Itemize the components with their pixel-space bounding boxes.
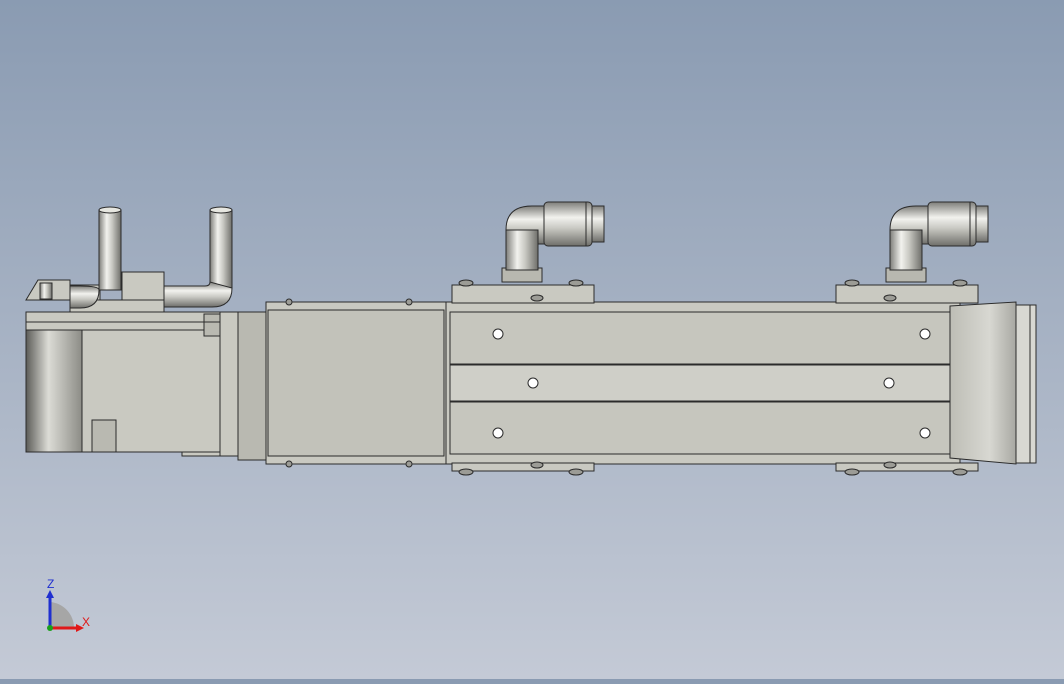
elbow-fitting-2 xyxy=(885,201,989,283)
cable-tube-left xyxy=(69,206,122,309)
cable-tube-right xyxy=(163,206,233,308)
coordinate-triad-icon: Z X xyxy=(38,577,98,638)
servo-motor xyxy=(25,311,267,461)
end-cap xyxy=(949,301,1037,465)
rail-body xyxy=(445,301,961,465)
x-axis-label: X xyxy=(82,615,90,629)
z-axis-label: Z xyxy=(47,578,54,591)
coupling-housing xyxy=(265,298,447,468)
actuator-model[interactable] xyxy=(0,0,1064,679)
cad-viewport[interactable] xyxy=(0,0,1064,679)
elbow-fitting-1 xyxy=(501,201,605,283)
